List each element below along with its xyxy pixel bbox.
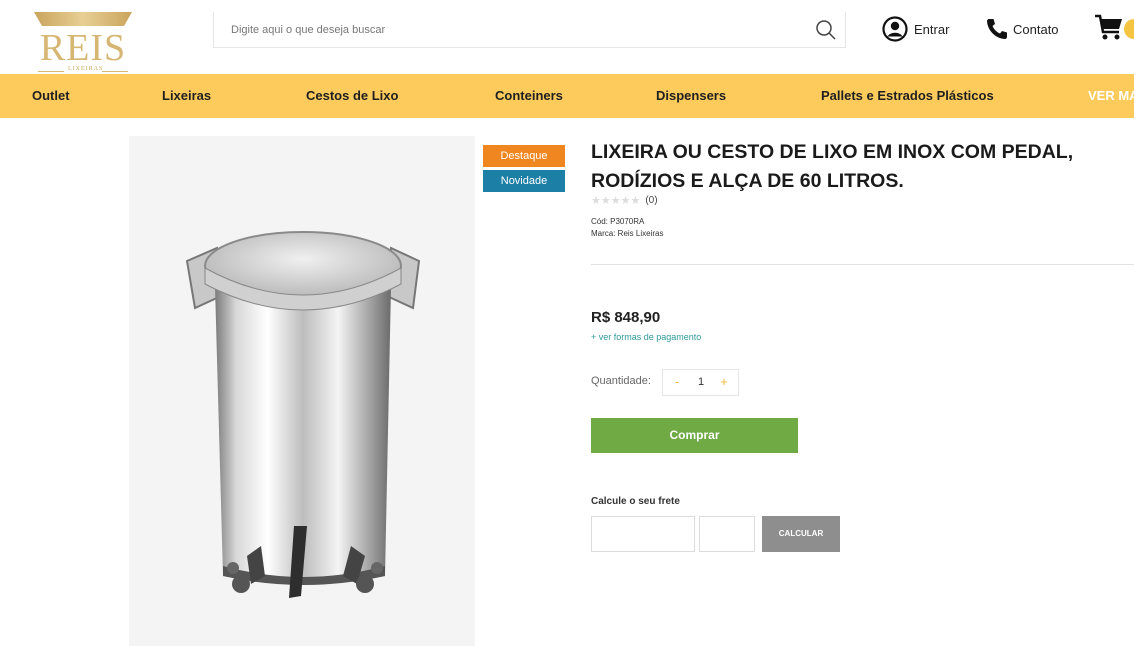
cep-input-2[interactable] (699, 516, 755, 552)
quantity-input[interactable] (689, 373, 713, 391)
product-rating[interactable]: ★★★★★ (0) (591, 194, 658, 207)
cart-button[interactable] (1094, 14, 1134, 44)
cep-input-1[interactable] (591, 516, 695, 552)
product-title: LIXEIRA OU CESTO DE LIXO EM INOX COM PED… (591, 141, 1074, 192)
star-rating-icon: ★★★★★ (591, 194, 641, 207)
quantity-label: Quantidade: (591, 375, 651, 387)
destaque-badge: Destaque (483, 145, 565, 167)
login-label: Entrar (914, 21, 950, 37)
shipping-label: Calcule o seu frete (591, 496, 680, 507)
nav-item-pallets[interactable]: Pallets e Estrados Plásticos (821, 74, 994, 118)
logo-divider (102, 71, 128, 72)
trash-can-illustration (129, 136, 475, 646)
divider (591, 264, 1134, 265)
nav-item-conteiners[interactable]: Conteiners (495, 74, 563, 118)
nav-item-lixeiras[interactable]: Lixeiras (162, 74, 211, 118)
logo-wordmark: REIS (39, 27, 127, 69)
contact-link[interactable]: Contato (985, 14, 1059, 44)
reis-logo[interactable]: REIS LIXEIRAS (30, 12, 136, 74)
logo-subtitle: LIXEIRAS (68, 66, 104, 72)
logo-divider (38, 71, 64, 72)
category-nav: Outlet Lixeiras Cestos de Lixo Conteiner… (0, 74, 1134, 118)
novidade-badge: Novidade (483, 170, 565, 192)
quantity-stepper: - + (662, 369, 739, 396)
nav-item-dispensers[interactable]: Dispensers (656, 74, 726, 118)
cart-count-badge (1124, 19, 1134, 39)
calculate-shipping-button[interactable]: CALCULAR (762, 516, 840, 552)
product-price: R$ 848,90 (591, 309, 661, 326)
rating-count: (0) (645, 194, 658, 206)
buy-button[interactable]: Comprar (591, 418, 798, 453)
search-bar (213, 12, 846, 48)
nav-item-ver-mais[interactable]: VER MA (1088, 74, 1134, 118)
user-circle-icon (882, 16, 908, 42)
cart-icon (1095, 14, 1122, 40)
product-code: Cód: P3070RA (591, 217, 645, 226)
search-icon[interactable] (814, 18, 838, 42)
login-link[interactable]: Entrar (882, 14, 949, 44)
quantity-increase-button[interactable]: + (716, 373, 732, 391)
contact-label: Contato (1013, 21, 1059, 37)
site-header: REIS LIXEIRAS Entrar Contato (0, 0, 1134, 74)
nav-item-outlet[interactable]: Outlet (32, 74, 70, 118)
nav-item-cestos-de-lixo[interactable]: Cestos de Lixo (306, 74, 398, 118)
product-image[interactable] (129, 136, 475, 646)
payment-options-link[interactable]: + ver formas de pagamento (591, 332, 701, 342)
search-input[interactable] (214, 12, 814, 47)
quantity-decrease-button[interactable]: - (669, 373, 685, 391)
phone-icon (987, 19, 1007, 39)
product-brand: Marca: Reis Lixeiras (591, 229, 664, 238)
